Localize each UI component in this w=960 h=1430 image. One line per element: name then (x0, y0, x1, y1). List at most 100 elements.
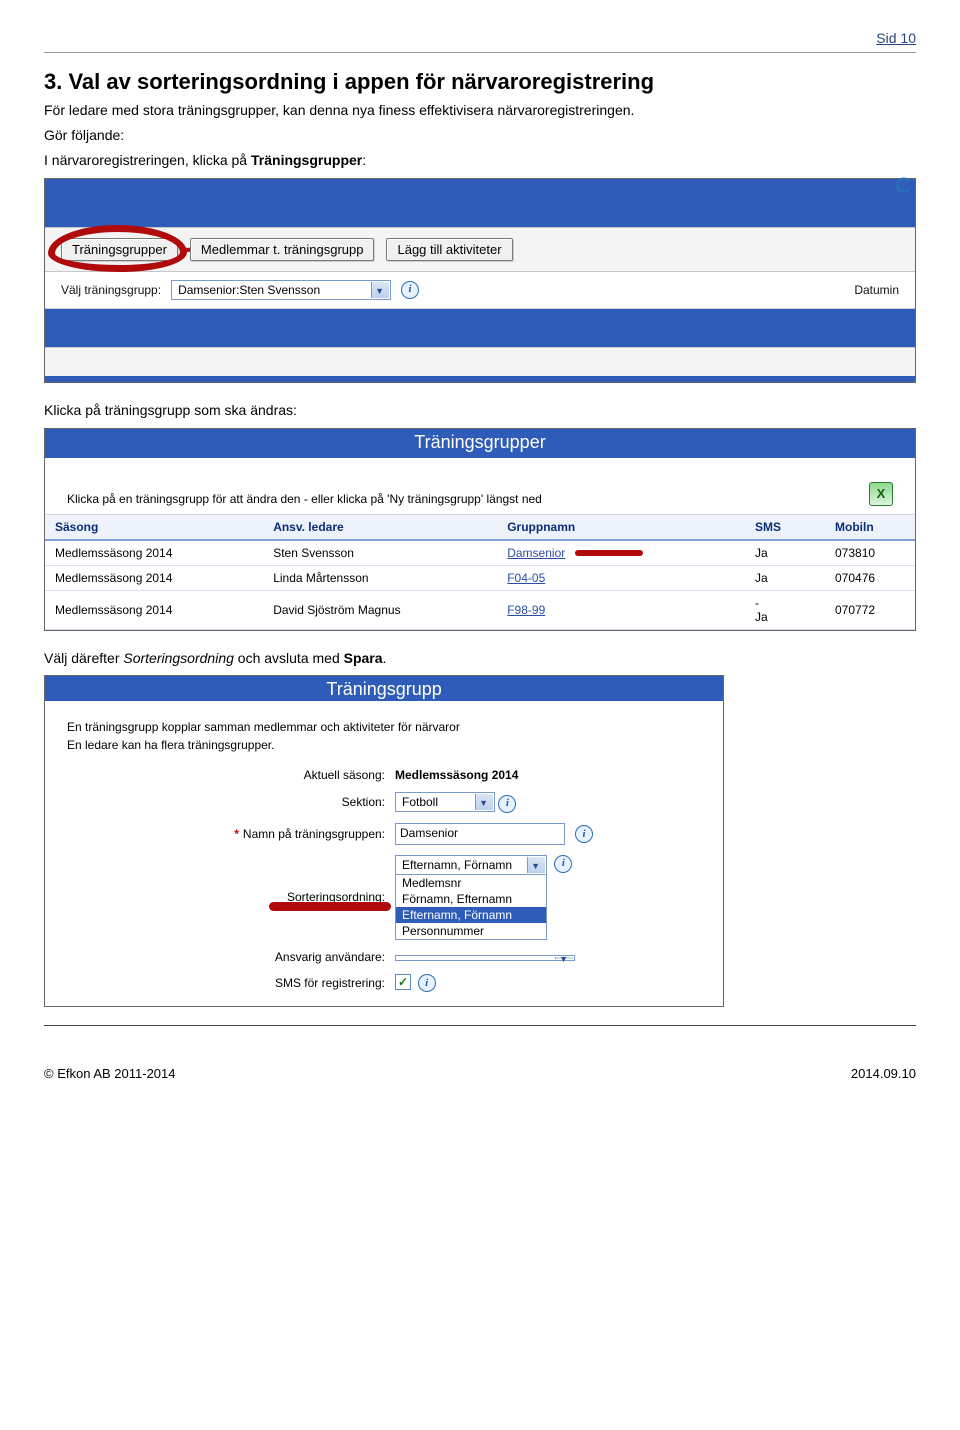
ss3-titlebar: Träningsgrupp (45, 676, 723, 701)
col-ansv: Ansv. ledare (263, 514, 497, 540)
cell-sasong: Medlemssäsong 2014 (45, 540, 263, 566)
namn-input[interactable]: Damsenior (395, 823, 565, 845)
cell-sasong: Medlemssäsong 2014 (45, 590, 263, 629)
step-3-bold: Spara (344, 650, 383, 666)
step-2-text: Klicka på träningsgrupp som ska ändras: (44, 401, 916, 420)
step-1-suffix: : (362, 152, 366, 168)
cell-grupp: F04-05 (497, 565, 745, 590)
lagg-till-aktiviteter-button[interactable]: Lägg till aktiviteter (386, 238, 512, 261)
traningsgrupp-select[interactable]: Damsenior:Sten Svensson ▼ (171, 280, 391, 300)
chevron-down-icon: ▼ (531, 861, 540, 871)
row-ansvarig: ▼ (395, 950, 701, 964)
groups-table-body: Medlemssäsong 2014Sten SvenssonDamsenior… (45, 540, 915, 630)
info-icon[interactable]: i (575, 825, 593, 843)
section-para-1: För ledare med stora träningsgrupper, ka… (44, 101, 916, 120)
ansvarig-select[interactable]: ▼ (395, 955, 575, 961)
value-sasong: Medlemssäsong 2014 (395, 768, 701, 782)
ss3-intro: En träningsgrupp kopplar samman medlemma… (45, 701, 723, 764)
step-1-prefix: I närvaroregistreringen, klicka på (44, 152, 251, 168)
blue-strip (45, 179, 915, 189)
footer-rule (44, 1025, 916, 1026)
sortering-select-head[interactable]: Efternamn, Förnamn ▼ (396, 856, 546, 874)
sortering-select[interactable]: Efternamn, Förnamn ▼ MedlemsnrFörnamn, E… (395, 855, 547, 940)
blue-strip-bottom (45, 376, 915, 382)
ss3-intro-line1: En träningsgrupp kopplar samman medlemma… (67, 720, 460, 734)
col-mobil: Mobiln (825, 514, 915, 540)
sortering-option-list: MedlemsnrFörnamn, EfternamnEfternamn, Fö… (396, 874, 546, 939)
cell-mobil: 070476 (825, 565, 915, 590)
table-row[interactable]: Medlemssäsong 2014Sten SvenssonDamsenior… (45, 540, 915, 566)
traningsgrupper-button[interactable]: Träningsgrupper (61, 238, 178, 261)
table-row[interactable]: Medlemssäsong 2014David Sjöström Magnus F… (45, 590, 915, 629)
group-link[interactable]: Damsenior (507, 546, 565, 560)
sms-checkbox[interactable]: ✓ (395, 974, 411, 990)
blue-bar-top (45, 189, 915, 227)
row-namn: Damsenior i (395, 823, 701, 845)
sortering-option[interactable]: Personnummer (396, 923, 546, 939)
row-sektion: Fotboll ▼ i (395, 792, 701, 813)
section-heading: 3. Val av sorteringsordning i appen för … (44, 69, 916, 95)
ss2-titlebar: Träningsgrupper (45, 429, 915, 458)
cell-grupp: F98-99 (497, 590, 745, 629)
row-sortering: Efternamn, Förnamn ▼ MedlemsnrFörnamn, E… (395, 855, 701, 940)
cell-ansv: Linda Mårtensson (263, 565, 497, 590)
sektion-select-value: Fotboll (402, 795, 438, 809)
table-header-row: Säsong Ansv. ledare Gruppnamn SMS Mobiln (45, 514, 915, 540)
chevron-down-icon: ▼ (375, 286, 384, 296)
cell-mobil: 073810 (825, 540, 915, 566)
step-1-text: I närvaroregistreringen, klicka på Träni… (44, 151, 916, 170)
select-row: Välj träningsgrupp: Damsenior:Sten Svens… (45, 272, 915, 309)
ss2-intro-text: Klicka på en träningsgrupp för att ändra… (67, 492, 542, 506)
table-row[interactable]: Medlemssäsong 2014Linda Mårtensson F04-05… (45, 565, 915, 590)
col-sms: SMS (745, 514, 825, 540)
info-icon[interactable]: i (498, 795, 516, 813)
valj-label: Välj träningsgrupp: (61, 283, 161, 297)
logo-fragment: C (895, 173, 911, 199)
header-rule (44, 52, 916, 53)
info-icon[interactable]: i (418, 974, 436, 992)
cell-sms: Ja (745, 565, 825, 590)
page-number: Sid 10 (44, 30, 916, 46)
cell-sms: - Ja (745, 590, 825, 629)
cell-mobil: 070772 (825, 590, 915, 629)
sektion-select[interactable]: Fotboll ▼ (395, 792, 495, 812)
grey-strip (45, 347, 915, 376)
group-link[interactable]: F98-99 (507, 603, 545, 617)
step-3-mid: och avsluta med (234, 650, 344, 666)
traningsgrupp-select-value: Damsenior:Sten Svensson (178, 283, 320, 297)
medlemmar-button[interactable]: Medlemmar t. träningsgrupp (190, 238, 375, 261)
required-asterisk: * (234, 827, 239, 841)
red-mark (575, 550, 643, 556)
col-sasong: Säsong (45, 514, 263, 540)
step-3-suffix: . (383, 650, 387, 666)
label-sms: SMS för registrering: (175, 976, 385, 990)
button-row: Träningsgrupper Medlemmar t. träningsgru… (45, 227, 915, 272)
chevron-down-icon: ▼ (559, 954, 568, 964)
section-para-2: Gör följande: (44, 126, 916, 145)
info-icon[interactable]: i (401, 281, 419, 299)
excel-icon[interactable]: X (869, 482, 893, 506)
cell-ansv: David Sjöström Magnus (263, 590, 497, 629)
chevron-down-icon: ▼ (479, 798, 488, 808)
step-3-italic: Sorteringsordning (123, 650, 234, 666)
sortering-option[interactable]: Medlemsnr (396, 875, 546, 891)
datum-label-fragment: Datumin (854, 283, 899, 297)
sortering-option[interactable]: Efternamn, Förnamn (396, 907, 546, 923)
label-namn: * Namn på träningsgruppen: (175, 827, 385, 841)
screenshot-3: Träningsgrupp En träningsgrupp kopplar s… (44, 675, 724, 1007)
cell-sasong: Medlemssäsong 2014 (45, 565, 263, 590)
group-link[interactable]: F04-05 (507, 571, 545, 585)
label-sasong: Aktuell säsong: (175, 768, 385, 782)
cell-grupp: Damsenior (497, 540, 745, 566)
groups-table: Säsong Ansv. ledare Gruppnamn SMS Mobiln… (45, 514, 915, 630)
ss2-intro-row: Klicka på en träningsgrupp för att ändra… (45, 458, 915, 514)
row-sms: ✓ i (395, 974, 701, 993)
ss3-intro-line2: En ledare kan ha flera träningsgrupper. (67, 738, 274, 752)
label-sortering: Sorteringsordning: (175, 890, 385, 904)
page-footer: © Efkon AB 2011-2014 2014.09.10 (44, 1066, 916, 1081)
sortering-option[interactable]: Förnamn, Efternamn (396, 891, 546, 907)
cell-sms: Ja (745, 540, 825, 566)
label-ansvarig: Ansvarig användare: (175, 950, 385, 964)
info-icon[interactable]: i (554, 855, 572, 873)
label-namn-text: Namn på träningsgruppen: (243, 827, 385, 841)
